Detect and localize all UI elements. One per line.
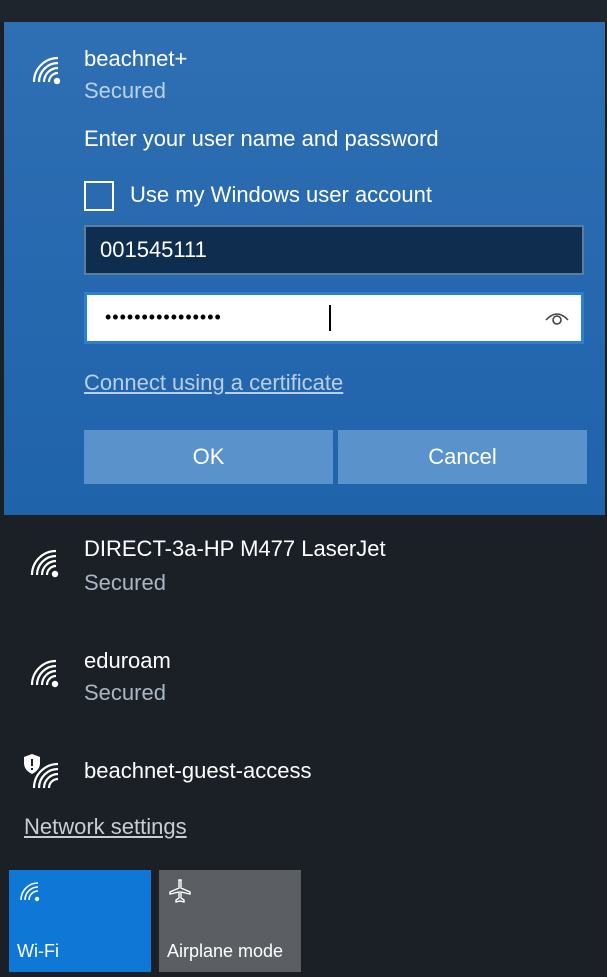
wifi-tile-label: Wi-Fi bbox=[17, 941, 59, 961]
wifi-signal-icon bbox=[28, 758, 64, 794]
network-settings-link[interactable]: Network settings bbox=[24, 814, 187, 840]
selected-network-panel: beachnet+ Secured Enter your user name a… bbox=[4, 22, 605, 515]
windows-account-checkbox[interactable] bbox=[84, 181, 114, 211]
network-name: DIRECT-3a-HP M477 LaserJet bbox=[84, 536, 386, 561]
network-status: Secured bbox=[84, 680, 166, 705]
network-name: beachnet-guest-access bbox=[84, 758, 312, 783]
wifi-signal-icon bbox=[26, 545, 62, 581]
text-caret bbox=[329, 305, 331, 331]
network-status: Secured bbox=[84, 570, 166, 595]
wifi-signal-icon bbox=[26, 655, 62, 691]
network-name: beachnet+ bbox=[84, 46, 188, 71]
airplane-tile-label: Airplane mode bbox=[167, 941, 284, 961]
password-mask: •••••••••••••••• bbox=[105, 307, 222, 327]
top-strip bbox=[0, 0, 607, 22]
ok-button[interactable]: OK bbox=[84, 430, 333, 484]
network-name: eduroam bbox=[84, 648, 171, 673]
airplane-icon bbox=[167, 878, 193, 904]
cancel-button[interactable]: Cancel bbox=[338, 430, 587, 484]
wifi-signal-icon bbox=[28, 52, 64, 88]
network-status: Secured bbox=[84, 78, 166, 103]
windows-account-label[interactable]: Use my Windows user account bbox=[130, 182, 432, 208]
username-input[interactable] bbox=[84, 225, 584, 275]
wifi-tile[interactable]: Wi-Fi bbox=[9, 870, 151, 972]
password-input[interactable]: •••••••••••••••• bbox=[84, 292, 584, 344]
wifi-icon bbox=[17, 878, 43, 904]
credentials-prompt: Enter your user name and password bbox=[84, 126, 439, 151]
connect-certificate-link[interactable]: Connect using a certificate bbox=[84, 370, 343, 396]
airplane-mode-tile[interactable]: Airplane mode bbox=[159, 870, 301, 972]
eye-icon[interactable] bbox=[543, 308, 571, 328]
